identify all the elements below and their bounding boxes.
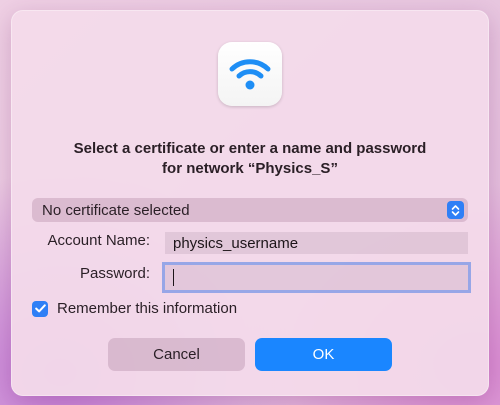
popup-arrows-icon [447, 201, 464, 219]
dialog-title-line-1: Select a certificate or enter a name and… [73, 140, 427, 157]
account-name-label: Account Name: [47, 232, 150, 249]
text-caret [173, 269, 174, 286]
account-name-field[interactable]: physics_username [165, 232, 468, 254]
ok-button[interactable]: OK [255, 338, 392, 371]
wifi-icon [229, 59, 271, 90]
cancel-button[interactable]: Cancel [108, 338, 245, 371]
account-name-value: physics_username [173, 234, 299, 252]
wifi-login-dialog: Select a certificate or enter a name and… [11, 10, 489, 396]
dialog-title-line-2: for network “Physics_S” [162, 160, 338, 177]
remember-label: Remember this information [57, 300, 238, 317]
password-label: Password: [79, 265, 150, 282]
dialog-title: Select a certificate or enter a name and… [11, 139, 489, 179]
certificate-popup-button[interactable]: No certificate selected [32, 198, 468, 222]
checkmark-icon [34, 304, 46, 313]
certificate-popup-value: No certificate selected [42, 201, 190, 219]
remember-checkbox[interactable] [32, 300, 48, 317]
wifi-app-icon [218, 42, 282, 106]
remember-checkbox-row[interactable]: Remember this information [32, 300, 237, 317]
password-field[interactable] [165, 265, 468, 290]
